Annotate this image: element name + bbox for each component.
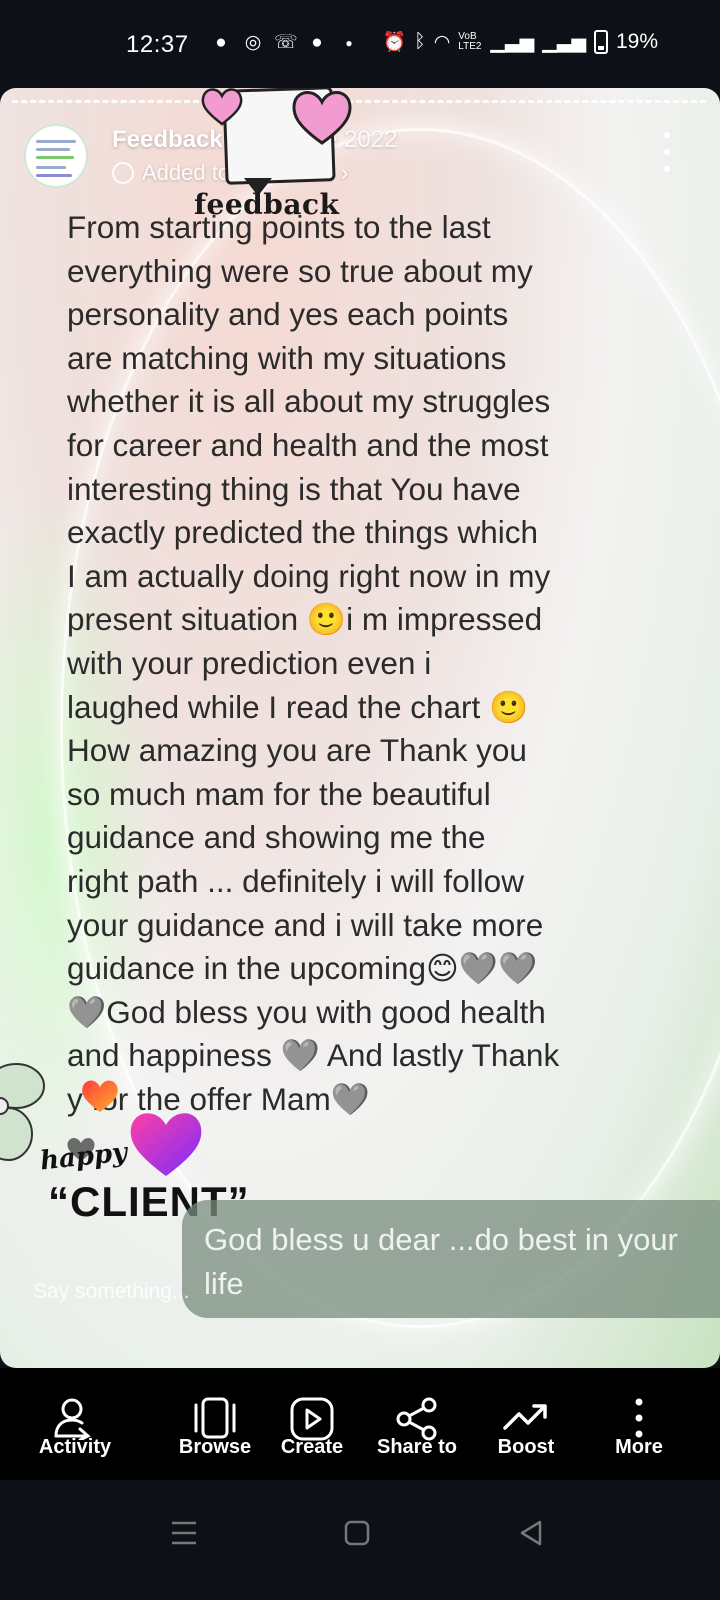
create-label: Create [280, 1436, 344, 1458]
story-title[interactable]: Feedback [112, 126, 223, 154]
whatsapp-icon: ◎ [244, 32, 262, 53]
share-to-label: Share to [376, 1436, 458, 1458]
heart-sticker-icon [201, 88, 243, 126]
more-label: More [615, 1436, 663, 1458]
status-bar: 12:37 ● ◎ ☏ ● ● ⏰ ᛒ ◠ VoB LTE2 ▁▃▅ ▁▃▅ 1… [0, 0, 720, 90]
boost-button[interactable]: Boost [476, 1368, 576, 1480]
missed-call-icon: ☏ [274, 32, 298, 53]
activity-icon [54, 1398, 91, 1440]
create-button[interactable]: Create [262, 1368, 362, 1480]
browse-button[interactable]: Browse [160, 1368, 270, 1480]
bluetooth-icon: ᛒ [414, 31, 426, 52]
more-vertical-icon [635, 1398, 643, 1438]
signal-icon: ▁▃▅ [490, 31, 535, 53]
dot-icon: ● [345, 36, 353, 50]
orange-heart-icon [82, 1080, 118, 1112]
browse-icon [194, 1397, 236, 1439]
more-options-button[interactable] [660, 132, 674, 172]
browse-label: Browse [178, 1436, 252, 1458]
system-nav-bar [0, 1480, 720, 1600]
boost-label: Boost [497, 1436, 555, 1458]
alarm-icon: ⏰ [382, 32, 407, 53]
reply-overlay-text: God bless u dear ...do best in your life [204, 1222, 678, 1301]
message-icon: ● [311, 32, 323, 53]
avatar[interactable] [24, 124, 88, 188]
feedback-message: From starting points to the last everyth… [67, 209, 560, 1117]
notification-icons: ● ◎ ☏ ● ● [210, 32, 360, 54]
activity-button[interactable]: Activity [22, 1368, 128, 1480]
signal-icon: ▁▃▅ [542, 31, 586, 53]
share-to-button[interactable]: Share to [360, 1368, 474, 1480]
story-viewer[interactable]: Feedback 27 June 2022 Added to Feedback … [0, 88, 720, 1368]
wifi-icon: ◠ [433, 31, 451, 53]
home-icon[interactable] [344, 1520, 370, 1546]
chat-bubble-icon: ● [215, 32, 227, 53]
back-icon[interactable] [518, 1520, 544, 1546]
activity-label: Activity [38, 1436, 112, 1458]
comment-input[interactable]: Say something... [33, 1280, 189, 1304]
chevron-right-icon: › [340, 160, 349, 185]
highlight-icon [112, 162, 134, 184]
battery-percent: 19% [615, 30, 658, 53]
network-label: VoB LTE2 [458, 31, 482, 52]
status-time: 12:37 [126, 31, 189, 58]
recent-apps-icon[interactable] [170, 1520, 198, 1546]
gradient-heart-icon [130, 1113, 202, 1176]
system-status-icons: ⏰ ᛒ ◠ VoB LTE2 ▁▃▅ ▁▃▅ 19% [383, 30, 658, 54]
story-progress-bar [12, 100, 706, 103]
battery-icon [593, 30, 608, 54]
more-button[interactable]: More [584, 1368, 694, 1480]
story-action-bar: Activity Browse Create Share to Boost Mo… [0, 1368, 720, 1480]
boost-icon [503, 1404, 547, 1430]
heart-sticker-icon [292, 91, 352, 145]
